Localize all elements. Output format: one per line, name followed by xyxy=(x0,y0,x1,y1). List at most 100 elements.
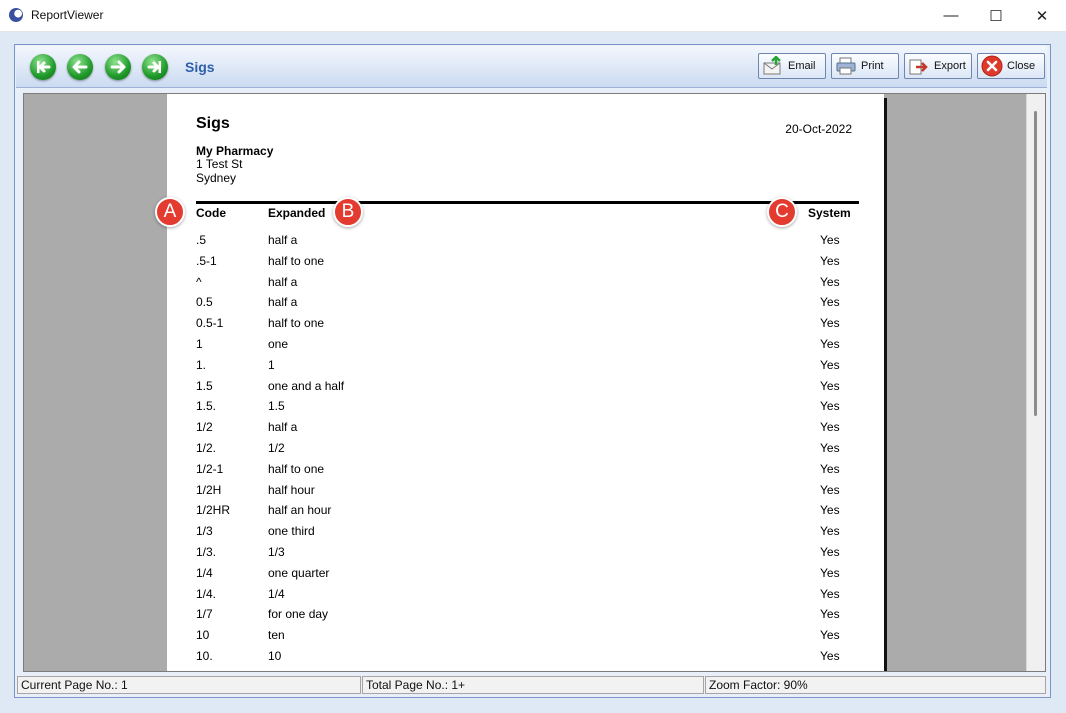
cell-code: 10. xyxy=(196,649,213,663)
table-row: 1.5. 1.5 Yes xyxy=(196,399,842,420)
cell-expanded: ten xyxy=(268,628,285,643)
column-header-expanded: Expanded xyxy=(268,206,326,220)
cell-expanded: 10 xyxy=(268,649,282,663)
maximize-button[interactable]: ☐ xyxy=(973,0,1019,31)
total-pages-status: Total Page No.: 1+ xyxy=(362,676,704,694)
scrollbar-thumb[interactable] xyxy=(1034,111,1037,416)
cell-code: 1/2 xyxy=(196,420,213,435)
app-icon xyxy=(9,8,23,22)
cell-system: Yes xyxy=(820,420,840,435)
previous-page-button[interactable] xyxy=(67,54,93,80)
cell-expanded: half a xyxy=(268,295,298,310)
table-row: 1/4. 1/4 Yes xyxy=(196,587,842,608)
table-row: .5-1 half to one Yes xyxy=(196,254,842,275)
vertical-scrollbar[interactable] xyxy=(1026,94,1045,671)
table-row: 10 ten Yes xyxy=(196,628,842,649)
next-page-button[interactable] xyxy=(105,54,131,80)
table-row: 10. 10 Yes xyxy=(196,649,842,670)
printer-icon xyxy=(835,56,857,76)
cell-expanded: one third xyxy=(268,524,315,539)
cell-expanded: 1/3 xyxy=(268,545,285,559)
report-date: 20-Oct-2022 xyxy=(785,122,852,136)
cell-system: Yes xyxy=(820,524,840,539)
window-title: ReportViewer xyxy=(31,8,104,22)
cell-code: 10 xyxy=(196,628,210,643)
header-divider xyxy=(196,201,859,204)
cell-expanded: one and a half xyxy=(268,378,345,393)
report-page: Sigs 20-Oct-2022 My Pharmacy 1 Test St S… xyxy=(167,94,884,671)
cell-system: Yes xyxy=(820,461,840,476)
page-edge-shadow xyxy=(884,98,887,671)
export-button[interactable]: Export xyxy=(904,53,972,79)
close-button-label: Close xyxy=(1007,60,1036,72)
arrow-right-icon xyxy=(110,60,126,74)
print-button[interactable]: Print xyxy=(831,53,899,79)
cell-expanded: 1.5 xyxy=(268,399,285,414)
column-header-code: Code xyxy=(196,206,226,220)
cell-expanded: half hour xyxy=(268,482,315,497)
cell-expanded: one xyxy=(268,337,289,351)
current-page-status: Current Page No.: 1 xyxy=(17,676,361,694)
cell-expanded: half to one xyxy=(268,253,325,268)
table-row: 1 one Yes xyxy=(196,337,842,358)
cell-system: Yes xyxy=(820,233,840,247)
cell-expanded: half a xyxy=(268,420,298,435)
cell-expanded: 1 xyxy=(268,357,275,372)
cell-code: 1/2. xyxy=(196,441,217,455)
table-row: 1/2-1 half to one Yes xyxy=(196,462,842,483)
cell-expanded: for one day xyxy=(268,607,329,622)
table-row: 1/7 for one day Yes xyxy=(196,607,842,628)
close-circle-icon xyxy=(981,55,1003,77)
cell-expanded: half an hour xyxy=(268,503,332,518)
cell-code: 1.5 xyxy=(196,378,213,393)
cell-code: 1/3. xyxy=(196,545,217,559)
status-bar: Current Page No.: 1 Total Page No.: 1+ Z… xyxy=(17,676,1046,694)
table-row: .5 half a Yes xyxy=(196,233,842,254)
cell-system: Yes xyxy=(820,316,840,331)
cell-system: Yes xyxy=(820,586,840,601)
cell-code: 1.5. xyxy=(196,399,217,414)
table-row: 1/2HR half an hour Yes xyxy=(196,503,842,524)
cell-expanded: half a xyxy=(268,274,298,289)
zoom-factor-status: Zoom Factor: 90% xyxy=(705,676,1046,694)
table-row: 1/2 half a Yes xyxy=(196,420,842,441)
first-page-button[interactable] xyxy=(30,54,56,80)
cell-system: Yes xyxy=(820,545,840,559)
cell-code: ^ xyxy=(196,274,202,289)
table-row: ^ half a Yes xyxy=(196,275,842,296)
cell-system: Yes xyxy=(820,628,840,643)
pharmacy-address-line2: Sydney xyxy=(196,171,237,185)
annotation-marker-b: B xyxy=(333,197,363,227)
table-row: 0.5-1 half to one Yes xyxy=(196,316,842,337)
cell-code: .5 xyxy=(196,233,207,247)
cell-expanded: half a xyxy=(268,233,298,247)
cell-system: Yes xyxy=(820,253,840,268)
cell-system: Yes xyxy=(820,565,840,580)
cell-system: Yes xyxy=(820,337,840,351)
cell-system: Yes xyxy=(820,357,840,372)
annotation-marker-a: A xyxy=(155,197,185,227)
toolbar-title: Sigs xyxy=(185,59,215,75)
close-button[interactable]: Close xyxy=(977,53,1045,79)
table-row: 1. 1 Yes xyxy=(196,358,842,379)
cell-code: 1/4. xyxy=(196,586,217,601)
last-page-button[interactable] xyxy=(142,54,168,80)
table-row: 1/4 one quarter Yes xyxy=(196,566,842,587)
table-row: 1.5 one and a half Yes xyxy=(196,379,842,400)
table-row: 1/3 one third Yes xyxy=(196,524,842,545)
table-row: 1/2H half hour Yes xyxy=(196,483,842,504)
minimize-button[interactable]: — xyxy=(928,0,974,31)
cell-system: Yes xyxy=(820,378,840,393)
table-row: 0.5 half a Yes xyxy=(196,295,842,316)
cell-code: 0.5 xyxy=(196,295,213,310)
cell-system: Yes xyxy=(820,274,840,289)
close-window-button[interactable]: ✕ xyxy=(1019,0,1065,31)
table-row: 1/2. 1/2 Yes xyxy=(196,441,842,462)
cell-expanded: 1/4 xyxy=(268,586,285,601)
cell-expanded: one quarter xyxy=(268,565,330,580)
cell-code: 1/2HR xyxy=(196,503,231,518)
email-button[interactable]: Email xyxy=(758,53,826,79)
report-preview-area: Sigs 20-Oct-2022 My Pharmacy 1 Test St S… xyxy=(23,93,1046,672)
annotation-marker-c: C xyxy=(767,197,797,227)
table-row: 1/3. 1/3 Yes xyxy=(196,545,842,566)
